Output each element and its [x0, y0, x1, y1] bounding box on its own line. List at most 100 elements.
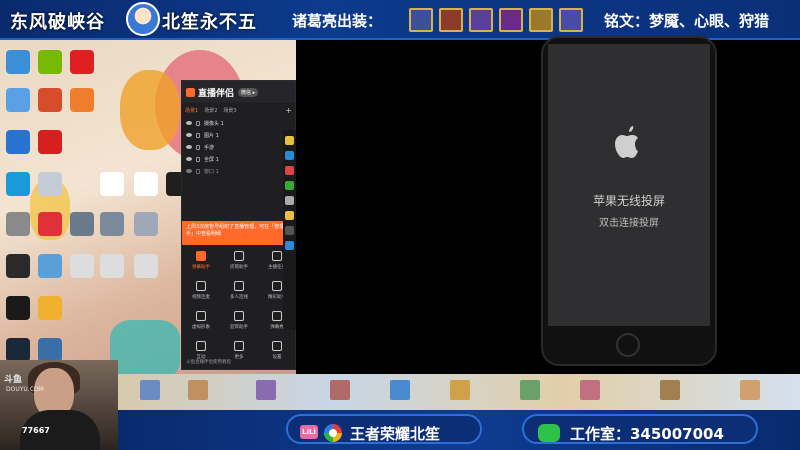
- live-badge-icon: LiLi: [300, 425, 318, 439]
- desktop-shortcut-icon[interactable]: [6, 296, 30, 320]
- welcome-icon: [234, 311, 244, 321]
- app-header: 直播伴侣 微信 ▸: [182, 81, 295, 103]
- tab-scene-2[interactable]: 场景2: [204, 107, 217, 114]
- barrage-icon: [196, 251, 206, 261]
- wallpaper-shape: [110, 320, 180, 374]
- equipment-label: 诸葛亮出装：: [292, 12, 383, 30]
- thumbnail: [188, 380, 208, 400]
- lock-icon[interactable]: [196, 168, 200, 174]
- desktop-shortcut-icon[interactable]: [134, 172, 158, 196]
- thumbnail: [660, 380, 680, 400]
- tool-button[interactable]: 多人连线: [222, 277, 256, 307]
- desktop-shortcut-icon[interactable]: [134, 212, 158, 236]
- source-row[interactable]: 窗口 1: [182, 165, 295, 177]
- lock-icon[interactable]: [196, 132, 200, 138]
- app-footer-link[interactable]: 斗鱼直播伴侣使用教程: [182, 359, 297, 365]
- tool-button[interactable]: 迎宾助手: [222, 307, 256, 337]
- lock-icon[interactable]: [196, 156, 200, 162]
- apple-logo-icon: [615, 126, 638, 158]
- item-icon: [499, 8, 523, 32]
- desktop-shortcut-icon[interactable]: [6, 212, 30, 236]
- tool-button[interactable]: 虚拟形象: [184, 307, 218, 337]
- side-app-strip: [283, 130, 296, 330]
- source-row[interactable]: 图片 1: [182, 129, 295, 141]
- app-icon[interactable]: [285, 226, 294, 235]
- thumbnail: [256, 380, 276, 400]
- desktop-shortcut-icon[interactable]: [6, 254, 30, 278]
- user-icon: [234, 251, 244, 261]
- tab-scene-1[interactable]: 场景1: [185, 107, 198, 114]
- channel-name: 王者荣耀北笙: [350, 425, 441, 443]
- thumbnail: [450, 380, 470, 400]
- add-scene-button[interactable]: +: [285, 106, 292, 115]
- desktop-shortcut-icon[interactable]: [6, 88, 30, 112]
- app-icon[interactable]: [285, 211, 294, 220]
- desktop-shortcut-icon[interactable]: [38, 172, 62, 196]
- eye-icon[interactable]: [186, 157, 192, 161]
- app-icon[interactable]: [285, 166, 294, 175]
- studio-pill: 工作室：345007004: [522, 414, 758, 444]
- desktop-shortcut-icon[interactable]: [38, 88, 62, 112]
- eye-icon[interactable]: [186, 145, 192, 149]
- eye-icon[interactable]: [186, 169, 192, 173]
- desktop-shortcut-icon[interactable]: [70, 254, 94, 278]
- desktop-shortcut-icon[interactable]: [70, 212, 94, 236]
- app-logo-icon: [186, 87, 195, 97]
- scene-tabs: 场景1 场景2 场景3 +: [182, 103, 295, 117]
- desktop-shortcut-icon[interactable]: [6, 130, 30, 154]
- source-row[interactable]: 摄像头 1: [182, 117, 295, 129]
- desktop-shortcut-icon[interactable]: [38, 296, 62, 320]
- desktop-shortcut-icon[interactable]: [100, 172, 124, 196]
- clip-icon: [272, 281, 282, 291]
- app-icon[interactable]: [285, 151, 294, 160]
- eye-icon[interactable]: [186, 133, 192, 137]
- thumbnail: [580, 380, 600, 400]
- desktop-shortcut-icon[interactable]: [100, 254, 124, 278]
- download-icon: [234, 281, 244, 291]
- more-icon: [234, 341, 244, 351]
- lock-icon[interactable]: [196, 120, 200, 126]
- tool-button[interactable]: 视频连麦: [184, 277, 218, 307]
- desktop-shortcut-icon[interactable]: [38, 212, 62, 236]
- camera-ring-icon: [324, 424, 342, 442]
- app-icon[interactable]: [285, 136, 294, 145]
- tool-button[interactable]: 弹幕助手: [184, 247, 218, 277]
- desktop-shortcut-icon[interactable]: [70, 50, 94, 74]
- game-thumbnail-strip: [100, 374, 800, 410]
- source-label: 窗口 1: [204, 168, 219, 175]
- tool-label: 房管助手: [230, 265, 248, 270]
- item-icon: [469, 8, 493, 32]
- douyu-url: DOUYU.COM: [6, 386, 44, 393]
- thumbnail: [140, 380, 160, 400]
- eye-icon[interactable]: [186, 121, 192, 125]
- wechat-icon: [538, 424, 560, 442]
- desktop-shortcut-icon[interactable]: [100, 212, 124, 236]
- desktop-shortcut-icon[interactable]: [38, 338, 62, 362]
- app-icon[interactable]: [285, 196, 294, 205]
- source-row[interactable]: 手游: [182, 141, 295, 153]
- thumbnail: [330, 380, 350, 400]
- desktop-shortcut-icon[interactable]: [6, 50, 30, 74]
- webcam-feed: 斗鱼 DOUYU.COM 77667: [0, 360, 118, 450]
- desktop-shortcut-icon[interactable]: [38, 130, 62, 154]
- app-icon[interactable]: [285, 241, 294, 250]
- desktop-shortcut-icon[interactable]: [134, 254, 158, 278]
- tab-scene-3[interactable]: 场景3: [223, 107, 236, 114]
- lock-icon[interactable]: [196, 144, 200, 150]
- desktop-shortcut-icon[interactable]: [38, 254, 62, 278]
- app-icon[interactable]: [285, 181, 294, 190]
- desktop-shortcut-icon[interactable]: [70, 88, 94, 112]
- wallpaper-shape: [120, 70, 180, 150]
- desktop-shortcut-icon[interactable]: [6, 172, 30, 196]
- desktop-shortcut-icon[interactable]: [38, 50, 62, 74]
- tool-label: 虚拟形象: [192, 325, 210, 330]
- airplay-subtitle[interactable]: 双击连接投屏: [548, 214, 710, 229]
- desktop-shortcut-icon[interactable]: [6, 338, 30, 362]
- studio-contact: 工作室：345007004: [570, 425, 724, 443]
- source-row[interactable]: 全屏 1: [182, 153, 295, 165]
- tool-button[interactable]: 房管助手: [222, 247, 256, 277]
- item-icon: [409, 8, 433, 32]
- app-badge[interactable]: 微信 ▸: [238, 87, 259, 97]
- tool-label: 弹幕助手: [192, 265, 210, 270]
- notice-banner[interactable]: 上周3次房管号组织了直播管理，可在「管理助手」中查看明细: [182, 221, 297, 245]
